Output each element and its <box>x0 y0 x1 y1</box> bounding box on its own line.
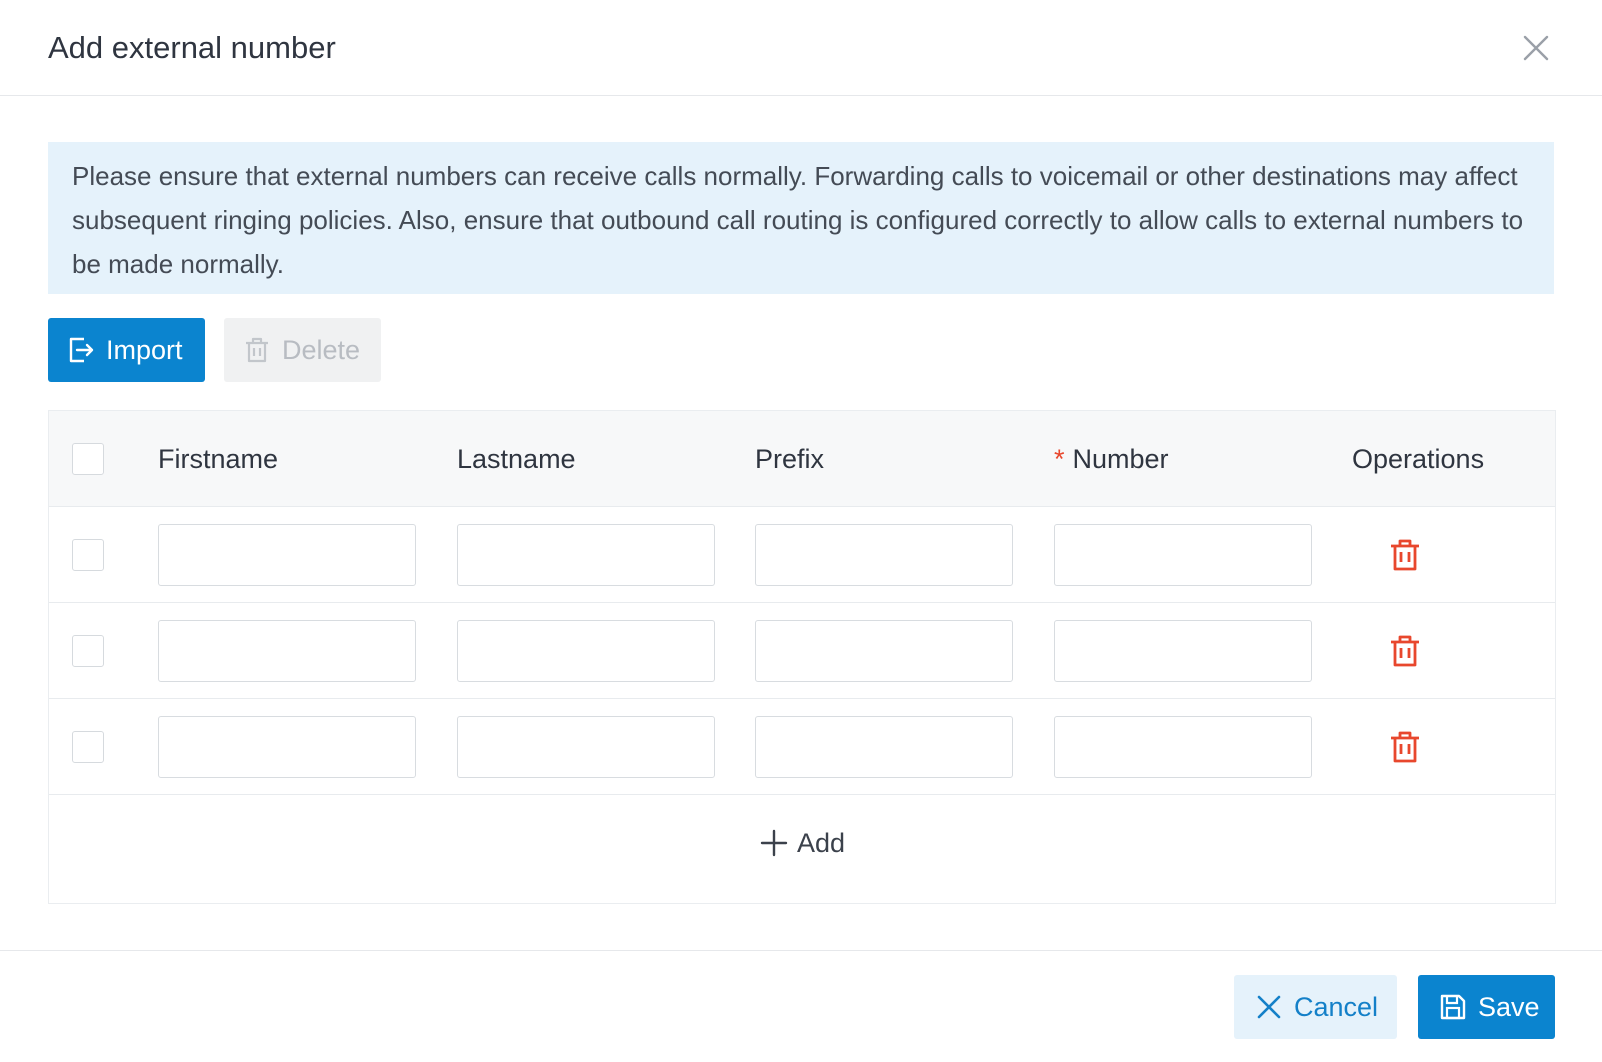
notice-banner: Please ensure that external numbers can … <box>48 142 1554 294</box>
number-input[interactable] <box>1054 620 1312 682</box>
dialog-header: Add external number <box>0 0 1602 96</box>
column-header-firstname: Firstname <box>158 444 279 474</box>
table-row <box>49 603 1555 699</box>
close-icon <box>1523 35 1549 61</box>
trash-icon <box>1391 635 1419 667</box>
import-button[interactable]: Import <box>48 318 205 382</box>
lastname-input[interactable] <box>457 620 715 682</box>
delete-row-button[interactable] <box>1387 729 1423 765</box>
column-header-prefix: Prefix <box>755 444 825 474</box>
column-header-lastname: Lastname <box>457 444 576 474</box>
table-row <box>49 699 1555 795</box>
add-external-number-dialog: Add external number Please ensure that e… <box>0 0 1602 1062</box>
cancel-button[interactable]: Cancel <box>1234 975 1397 1039</box>
required-mark: * <box>1054 444 1065 474</box>
close-button[interactable] <box>1518 30 1554 66</box>
number-input[interactable] <box>1054 716 1312 778</box>
lastname-input[interactable] <box>457 716 715 778</box>
trash-icon <box>242 335 272 365</box>
number-header-label: Number <box>1072 444 1169 474</box>
row-checkbox[interactable] <box>72 539 104 571</box>
select-all-checkbox[interactable] <box>72 443 104 475</box>
firstname-input[interactable] <box>158 716 416 778</box>
add-row-button[interactable]: Add <box>49 795 1555 891</box>
firstname-input[interactable] <box>158 620 416 682</box>
trash-icon <box>1391 539 1419 571</box>
delete-label: Delete <box>282 334 361 365</box>
firstname-input[interactable] <box>158 524 416 586</box>
delete-row-button[interactable] <box>1387 537 1423 573</box>
cancel-label: Cancel <box>1294 991 1379 1022</box>
prefix-input[interactable] <box>755 716 1013 778</box>
delete-row-button[interactable] <box>1387 633 1423 669</box>
external-numbers-table: Firstname Lastname Prefix * Number Operat… <box>48 410 1556 904</box>
plus-icon <box>759 828 789 858</box>
table-header: Firstname Lastname Prefix * Number Operat… <box>49 411 1555 507</box>
prefix-input[interactable] <box>755 524 1013 586</box>
save-button[interactable]: Save <box>1418 975 1555 1039</box>
prefix-input[interactable] <box>755 620 1013 682</box>
table-row <box>49 507 1555 603</box>
dialog-title: Add external number <box>48 30 336 65</box>
trash-icon <box>1391 731 1419 763</box>
column-header-operations: Operations <box>1352 444 1485 474</box>
delete-button[interactable]: Delete <box>224 318 381 382</box>
add-label: Add <box>796 827 846 858</box>
import-label: Import <box>106 334 183 365</box>
save-label: Save <box>1478 991 1540 1022</box>
import-icon <box>66 335 96 365</box>
row-checkbox[interactable] <box>72 731 104 763</box>
column-header-number: * Number <box>1054 444 1169 475</box>
dialog-footer: Cancel Save <box>0 950 1602 1062</box>
save-icon <box>1438 992 1468 1022</box>
lastname-input[interactable] <box>457 524 715 586</box>
close-icon <box>1254 992 1284 1022</box>
number-input[interactable] <box>1054 524 1312 586</box>
row-checkbox[interactable] <box>72 635 104 667</box>
